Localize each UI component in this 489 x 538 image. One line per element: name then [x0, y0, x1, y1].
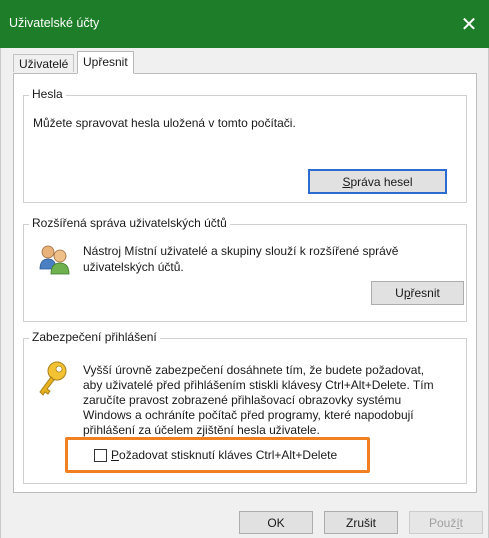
- advanced-button-prefix: U: [395, 286, 404, 300]
- tab-users[interactable]: Uživatelé: [13, 54, 75, 72]
- secure-logon-line-2: aby uživatelé před přihlášením stiskli k…: [83, 378, 434, 392]
- advanced-management-group: Rozšířená správa uživatelských účtů Nást…: [23, 216, 467, 322]
- advanced-button[interactable]: Up řesnit: [371, 281, 464, 305]
- manage-passwords-label: práva hesel: [350, 174, 413, 189]
- secure-logon-line-1: Vyšší úrovně zabezpečení dosáhnete tím, …: [83, 363, 425, 377]
- passwords-description: Můžete spravovat hesla uložená v tomto p…: [33, 116, 296, 130]
- secure-logon-line-3: zaručíte pravost zobrazené přihlašovací …: [83, 393, 402, 407]
- apply-button-prefix: Použ: [428, 515, 457, 530]
- require-ctrl-alt-del-label[interactable]: Požadovat stisknutí kláves Ctrl+Alt+Dele…: [111, 448, 337, 463]
- secure-logon-title: Zabezpečení přihlášení: [29, 330, 160, 344]
- key-icon: [36, 359, 70, 399]
- manage-passwords-button[interactable]: Správa hesel: [308, 169, 447, 194]
- require-ctrl-alt-del-mnemonic: P: [111, 448, 120, 462]
- advanced-button-mnemonic: p: [403, 286, 411, 300]
- tab-panel-advanced: Hesla Můžete spravovat hesla uložená v t…: [13, 73, 477, 493]
- require-ctrl-alt-del-checkbox[interactable]: [94, 449, 107, 462]
- close-icon[interactable]: ✕: [453, 8, 485, 40]
- secure-logon-line-5: přihlášení za účelem zjištění hesla uživ…: [83, 423, 320, 437]
- apply-button[interactable]: Použ í t: [409, 511, 483, 534]
- users-icon: [37, 242, 71, 276]
- cancel-button[interactable]: Zrušit: [324, 511, 398, 534]
- manage-passwords-mnemonic: S: [342, 174, 351, 189]
- tab-advanced[interactable]: Upřesnit: [77, 51, 134, 74]
- apply-button-suffix: t: [459, 515, 464, 530]
- secure-logon-line-4: Windows a ochráníte počítač před program…: [83, 408, 414, 422]
- advanced-management-title: Rozšířená správa uživatelských účtů: [29, 216, 230, 230]
- advanced-button-label: řesnit: [410, 286, 440, 300]
- passwords-group-title: Hesla: [29, 87, 66, 101]
- require-ctrl-alt-del-text: ožadovat stisknutí kláves Ctrl+Alt+Delet…: [119, 448, 338, 462]
- passwords-group: Hesla Můžete spravovat hesla uložená v t…: [23, 87, 467, 203]
- ok-button[interactable]: OK: [239, 511, 313, 534]
- window-title: Uživatelské účty: [9, 16, 100, 30]
- advanced-management-line-2: uživatelských účtů.: [83, 260, 184, 274]
- title-bar: Uživatelské účty ✕: [0, 0, 489, 48]
- advanced-management-line-1: Nástroj Místní uživatelé a skupiny slouž…: [83, 244, 399, 258]
